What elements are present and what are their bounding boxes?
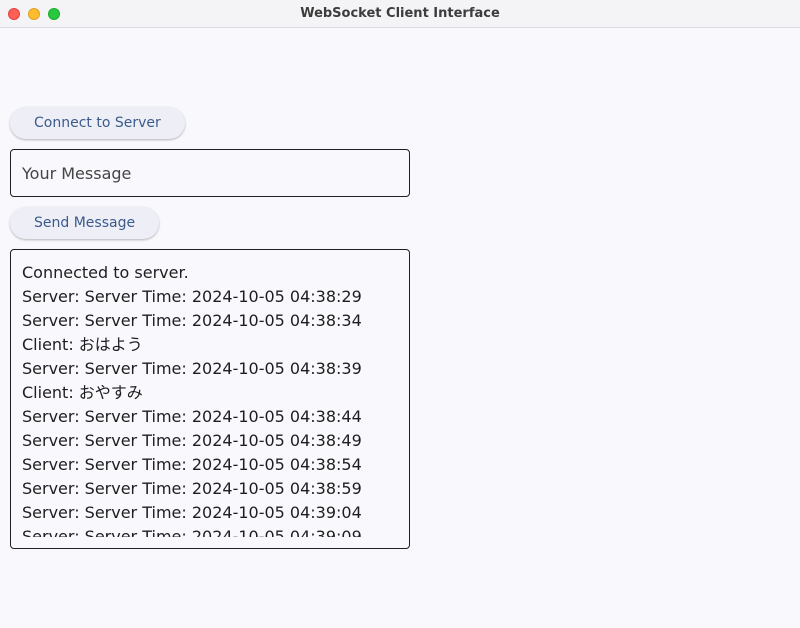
app-window: WebSocket Client Interface Connect to Se… <box>0 0 800 628</box>
log-line: Client: おはよう <box>22 335 143 354</box>
log-line: Server: Server Time: 2024-10-05 04:38:34 <box>22 311 362 330</box>
log-line: Server: Server Time: 2024-10-05 04:38:29 <box>22 287 362 306</box>
log-line: Server: Server Time: 2024-10-05 04:38:59 <box>22 479 362 498</box>
title-bar: WebSocket Client Interface <box>0 0 800 28</box>
log-line: Server: Server Time: 2024-10-05 04:38:49 <box>22 431 362 450</box>
window-title: WebSocket Client Interface <box>300 6 500 21</box>
log-line: Server: Server Time: 2024-10-05 04:38:44 <box>22 407 362 426</box>
send-message-button[interactable]: Send Message <box>10 207 160 239</box>
log-line: Client: おやすみ <box>22 383 143 402</box>
message-log-content: Connected to server. Server: Server Time:… <box>22 261 398 537</box>
log-line: Server: Server Time: 2024-10-05 04:39:04 <box>22 503 362 522</box>
log-line: Server: Server Time: 2024-10-05 04:39:09 <box>22 527 362 537</box>
connect-to-server-button[interactable]: Connect to Server <box>10 107 185 139</box>
message-log[interactable]: Connected to server. Server: Server Time:… <box>10 249 410 549</box>
log-line: Server: Server Time: 2024-10-05 04:38:54 <box>22 455 362 474</box>
message-input[interactable] <box>10 149 410 197</box>
log-line: Connected to server. <box>22 263 189 282</box>
log-line: Server: Server Time: 2024-10-05 04:38:39 <box>22 359 362 378</box>
